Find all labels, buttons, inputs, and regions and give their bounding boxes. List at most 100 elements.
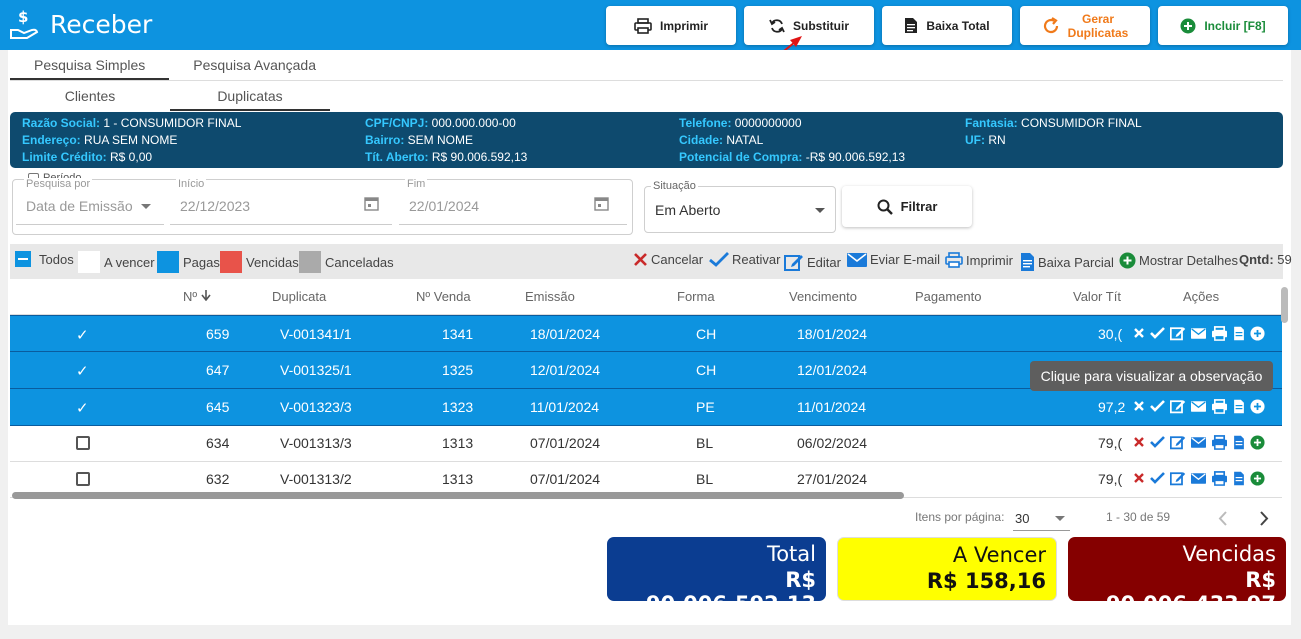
cancel-icon[interactable] [1133, 472, 1145, 484]
cell-num: 659 [206, 326, 230, 342]
partial-payment-action[interactable]: Baixa Parcial [1020, 252, 1114, 272]
printer-icon[interactable] [1211, 470, 1228, 486]
legend-cancelled[interactable]: Canceladas [299, 251, 394, 273]
cell-sale: 1325 [442, 362, 474, 378]
edit-icon[interactable] [1170, 470, 1186, 486]
chevron-down-icon [141, 204, 151, 209]
refresh-orange-icon [1043, 16, 1058, 33]
tab-duplicates[interactable]: Duplicatas [170, 81, 330, 111]
horizontal-scrollbar[interactable] [12, 492, 904, 499]
legend-swatch [220, 251, 242, 273]
header-number[interactable]: Nº [183, 289, 211, 304]
plus-circle-icon[interactable] [1250, 398, 1265, 414]
printer-icon [945, 252, 963, 268]
legend-swatch [299, 251, 321, 273]
header-emission[interactable]: Emissão [525, 289, 575, 304]
document-icon[interactable] [1233, 471, 1245, 486]
generate-duplicates-button[interactable]: Gerar Duplicatas [1020, 6, 1150, 45]
add-button[interactable]: Incluir [F8] [1158, 6, 1288, 45]
tab-simple-search[interactable]: Pesquisa Simples [10, 50, 170, 80]
printer-icon[interactable] [1211, 398, 1228, 414]
check-icon[interactable] [1150, 400, 1165, 412]
info-open-titles: Tít. Aberto: R$ 90.006.592,13 [365, 150, 528, 164]
envelope-icon[interactable] [1191, 472, 1206, 484]
info-cpf: CPF/CNPJ: 000.000.000-00 [365, 116, 516, 130]
cancel-icon[interactable] [1133, 400, 1145, 412]
legend-paid[interactable]: Pagas [157, 251, 220, 273]
cell-dup: V-001323/3 [280, 399, 352, 415]
document-icon[interactable] [1233, 326, 1245, 341]
document-icon[interactable] [1233, 399, 1245, 414]
envelope-icon[interactable] [1191, 436, 1206, 448]
cell-form: BL [696, 471, 714, 487]
vertical-scrollbar[interactable] [1281, 287, 1288, 323]
check-icon[interactable] [1150, 327, 1165, 339]
search-by-select[interactable]: Pesquisa por Data de Emissão [16, 178, 164, 225]
header-form[interactable]: Forma [677, 289, 715, 304]
selected-check-icon[interactable]: ✓ [76, 399, 89, 417]
items-per-page-select[interactable]: 30 [1013, 506, 1070, 531]
row-actions [1133, 325, 1265, 341]
header-due-date[interactable]: Vencimento [789, 289, 857, 304]
info-address: Endereço: RUA SEM NOME [22, 133, 178, 147]
selected-check-icon[interactable]: ✓ [76, 326, 89, 344]
info-fantasia: Fantasia: CONSUMIDOR FINAL [965, 116, 1142, 130]
tab-advanced-search[interactable]: Pesquisa Avançada [169, 50, 340, 80]
printer-icon[interactable] [1211, 434, 1228, 450]
end-date-field[interactable]: Fim 22/01/2024 [399, 178, 627, 225]
tab-clients[interactable]: Clientes [10, 81, 170, 111]
plus-circle-icon[interactable] [1250, 470, 1265, 486]
row-checkbox[interactable] [76, 436, 90, 450]
envelope-icon[interactable] [1191, 400, 1206, 412]
legend-due[interactable]: A vencer [78, 251, 155, 273]
cancel-icon[interactable] [1133, 436, 1145, 448]
selected-check-icon[interactable]: ✓ [76, 362, 89, 380]
next-page-icon[interactable] [1259, 511, 1269, 526]
row-checkbox[interactable] [76, 472, 90, 486]
cancel-action[interactable]: Cancelar [633, 252, 703, 267]
envelope-icon[interactable] [1191, 327, 1206, 339]
cancel-icon[interactable] [1133, 327, 1145, 339]
cell-sale: 1341 [442, 326, 474, 342]
legend-all[interactable]: Todos [15, 251, 74, 267]
table-row[interactable]: ✓ 659 V-001341/1 1341 18/01/2024 CH 18/01/2024… [10, 315, 1282, 352]
status-select[interactable]: Situação Em Aberto [644, 180, 836, 233]
email-action[interactable]: Eviar E-mail [847, 252, 940, 267]
minus-checkbox-icon[interactable] [15, 251, 31, 267]
prev-page-icon[interactable] [1218, 511, 1228, 526]
cell-emission: 18/01/2024 [530, 326, 601, 342]
header-sale-number[interactable]: Nº Venda [416, 289, 471, 304]
edit-icon[interactable] [1170, 398, 1186, 414]
table-row[interactable]: ✓ 645 V-001323/3 1323 11/01/2024 PE 11/01/2024… [10, 389, 1282, 426]
edit-action[interactable]: Editar [784, 252, 841, 272]
print-button[interactable]: Imprimir [606, 6, 736, 45]
calendar-icon[interactable] [364, 196, 379, 211]
printer-icon[interactable] [1211, 325, 1228, 341]
start-date-field[interactable]: Início 22/12/2023 [170, 178, 392, 225]
edit-icon[interactable] [1170, 434, 1186, 450]
edit-icon[interactable] [1170, 325, 1186, 341]
header-duplicate[interactable]: Duplicata [272, 289, 326, 304]
header-payment[interactable]: Pagamento [915, 289, 982, 304]
full-payment-button[interactable]: Baixa Total [882, 6, 1012, 45]
calendar-icon[interactable] [594, 196, 609, 211]
print-action[interactable]: Imprimir [945, 252, 1013, 268]
cell-dup: V-001313/3 [280, 435, 352, 451]
plus-circle-icon[interactable] [1250, 434, 1265, 450]
plus-circle-icon[interactable] [1250, 325, 1265, 341]
cell-num: 632 [206, 471, 230, 487]
show-details-action[interactable]: Mostrar Detalhes [1119, 252, 1238, 269]
check-icon[interactable] [1150, 472, 1165, 484]
info-city: Cidade: NATAL [679, 133, 764, 147]
header-value[interactable]: Valor Tít [1073, 289, 1121, 304]
cell-due: 11/01/2024 [797, 399, 867, 415]
check-icon[interactable] [1150, 436, 1165, 448]
document-icon[interactable] [1233, 435, 1245, 450]
table-row[interactable]: 634 V-001313/3 1313 07/01/2024 BL 06/02/2024 7… [10, 425, 1282, 462]
legend-overdue[interactable]: Vencidas [220, 251, 299, 273]
arrow-down-icon [201, 290, 211, 302]
items-per-page-label: Itens por página: [915, 510, 1005, 524]
reactivate-action[interactable]: Reativar [709, 252, 780, 267]
filter-button[interactable]: Filtrar [842, 186, 972, 227]
cell-dup: V-001325/1 [280, 362, 352, 378]
